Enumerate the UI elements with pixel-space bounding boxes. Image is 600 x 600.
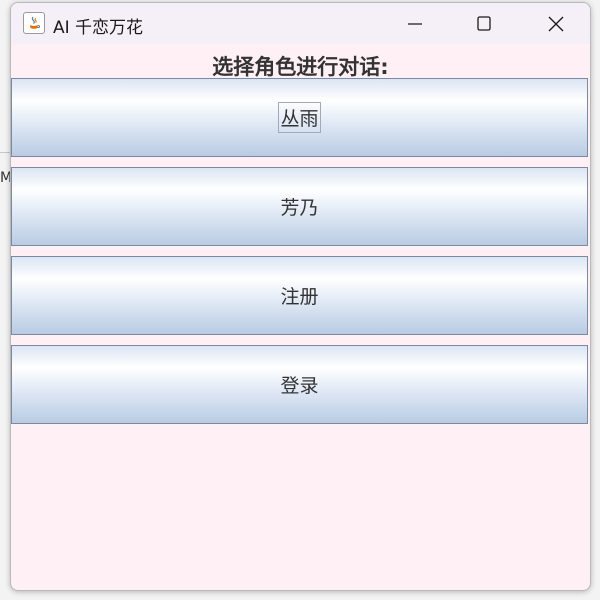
button-label: 注册 xyxy=(280,286,319,308)
title-bar[interactable]: AI 千恋万花 xyxy=(11,3,590,44)
register-button[interactable]: 注册 xyxy=(11,256,588,335)
button-label: 芳乃 xyxy=(280,197,319,219)
character-button-yoshino[interactable]: 芳乃 xyxy=(11,167,588,246)
maximize-button[interactable] xyxy=(454,3,514,44)
minimize-button[interactable] xyxy=(385,3,445,44)
close-button[interactable] xyxy=(525,3,585,44)
character-button-murasame[interactable]: 丛雨 xyxy=(11,78,588,157)
window-title: AI 千恋万花 xyxy=(53,18,144,38)
button-label: 丛雨 xyxy=(278,102,321,133)
close-icon xyxy=(548,16,564,32)
maximize-icon xyxy=(477,16,491,31)
button-label: 登录 xyxy=(280,375,319,397)
login-button[interactable]: 登录 xyxy=(11,345,588,424)
character-select-prompt: 选择角色进行对话: xyxy=(212,55,389,79)
java-icon xyxy=(23,12,45,34)
app-window: AI 千恋万花 选择角色进行对话: 丛雨 芳乃 注册 登录 xyxy=(10,2,591,591)
minimize-icon xyxy=(408,23,422,25)
